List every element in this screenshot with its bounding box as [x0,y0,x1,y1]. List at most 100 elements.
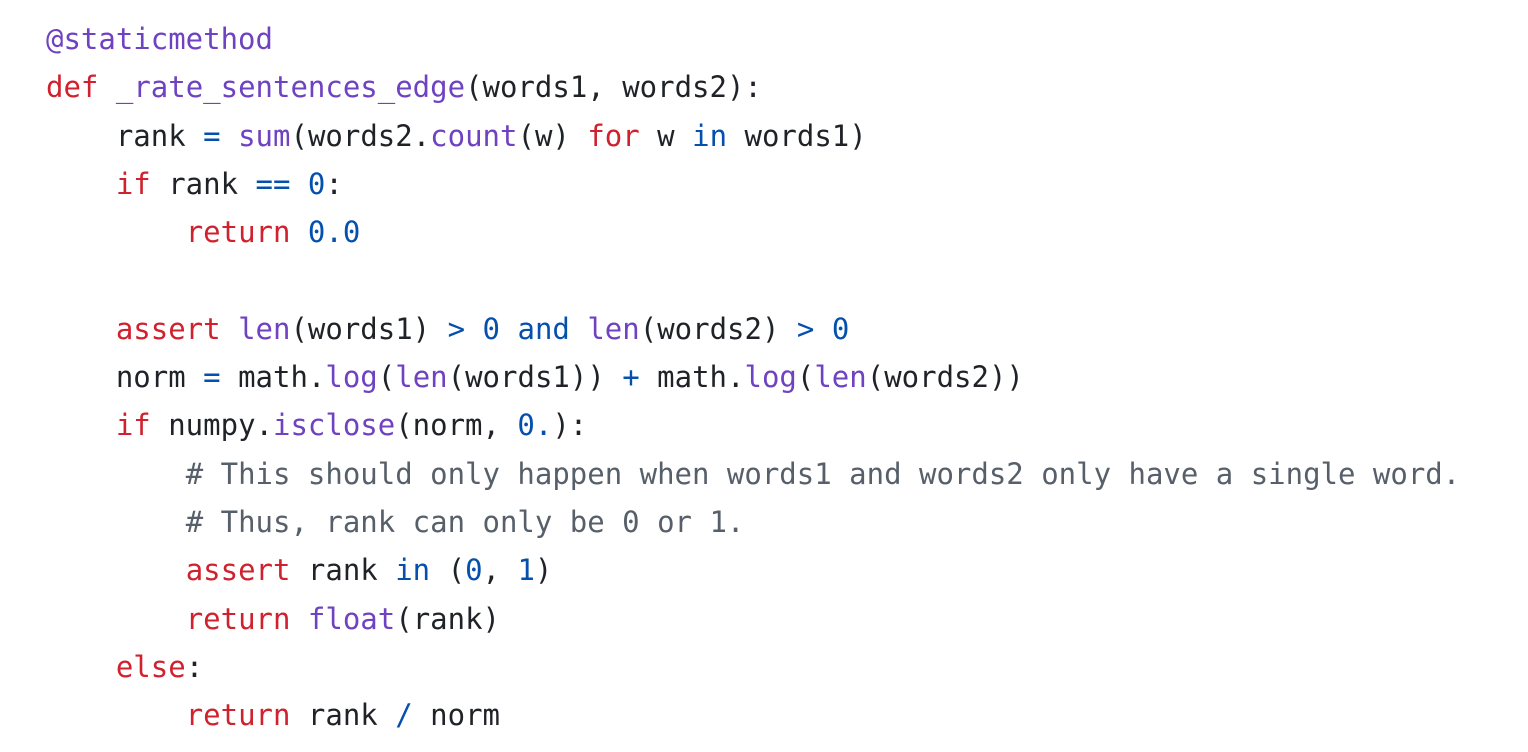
keyword-token: return [185,215,291,250]
comment-token: # This should only happen when words1 an… [185,456,1461,491]
code-editor[interactable]: @staticmethod def _rate_sentences_edge(wo… [0,0,1528,752]
code-line: return rank / norm [46,691,1460,739]
code-token: ) [534,553,553,588]
keyword-token: if [115,408,151,443]
operator-token: == [255,166,291,201]
operator-token: / [395,698,413,733]
number-token: 1 [517,553,535,588]
number-token: 0 [307,166,326,201]
keyword-token: else [115,649,186,684]
code-token: (words1) [290,311,448,346]
code-token: math. [220,360,326,395]
code-token: w [639,118,693,153]
function-token: log [744,360,797,395]
code-token: ): [552,408,588,443]
function-token: log [325,360,378,395]
code-token: ( [430,553,466,588]
code-token: : [325,166,343,201]
code-line: @staticmethod [46,15,1460,63]
function-token: isclose [272,408,396,443]
code-line: assert len(words1) > 0 and len(words2) >… [46,305,1460,353]
keyword-token: def [46,70,99,105]
code-token: (words1, words2): [465,70,762,105]
code-token: numpy. [150,408,273,443]
code-token: rank [290,698,396,733]
operator-token: > [447,311,466,346]
operator-token: > [796,311,815,346]
number-token: 0 [482,311,501,346]
code-line: assert rank in (0, 1) [46,546,1460,594]
code-token: norm [115,360,204,395]
code-line: return 0.0 [46,208,1460,256]
code-token: rank [150,166,256,201]
keyword-token: for [587,118,640,153]
code-line: rank = sum(words2.count(w) for w in word… [46,112,1460,160]
code-line: else: [46,643,1460,691]
operator-token: = [203,360,221,395]
code-token: (words2. [290,118,431,153]
number-token: 0.0 [307,215,361,250]
code-token: , [482,553,518,588]
keyword-token: return [185,601,291,636]
function-token: len [395,360,448,395]
function-token: sum [238,118,291,153]
keyword-token: assert [185,553,291,588]
operator-token: in [395,553,431,588]
code-token: rank [115,118,204,153]
number-token: 0 [831,311,850,346]
code-token: ( [796,360,815,395]
function-token: len [238,311,291,346]
operator-token: and [517,311,570,346]
operator-token: in [692,118,728,153]
code-token: rank [290,553,396,588]
function-token: float [307,601,396,636]
code-token: words1) [727,118,867,153]
operator-token: + [622,360,640,395]
keyword-token: if [115,166,151,201]
code-token: (words2)) [866,360,1024,395]
code-line: # Thus, rank can only be 0 or 1. [46,498,1460,546]
decorator-token: @staticmethod [46,22,273,56]
code-line: def _rate_sentences_edge(words1, words2)… [46,63,1460,111]
function-token: len [814,360,867,395]
keyword-token: return [185,698,291,733]
code-token: math. [639,360,745,395]
code-block[interactable]: @staticmethod def _rate_sentences_edge(wo… [46,15,1460,739]
function-token: len [587,311,640,346]
code-token: norm [412,698,500,733]
number-token: 0. [517,408,553,443]
operator-token: = [203,118,221,153]
code-token: ( [377,360,396,395]
code-line: if numpy.isclose(norm, 0.): [46,401,1460,449]
code-token: : [185,649,204,684]
code-token: (norm, [395,408,518,443]
code-token: (w) [517,118,588,153]
function-token: count [430,118,518,153]
code-line: return float(rank) [46,595,1460,643]
code-line: norm = math.log(len(words1)) + math.log(… [46,353,1460,401]
comment-token: # Thus, rank can only be 0 or 1. [185,504,745,539]
code-line: # This should only happen when words1 an… [46,450,1461,498]
function-token: _rate_sentences_edge [115,70,466,105]
number-token: 0 [465,553,483,588]
